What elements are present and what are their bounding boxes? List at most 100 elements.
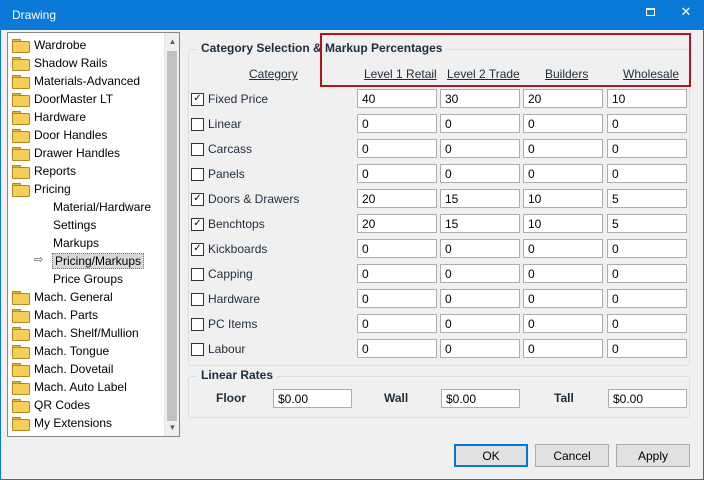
markup-value-input[interactable] <box>523 264 603 283</box>
tree-item[interactable]: Door Handles <box>12 126 108 144</box>
category-checkbox[interactable] <box>191 342 204 356</box>
markup-value-input[interactable] <box>607 339 687 358</box>
tree-item[interactable]: Price Groups <box>52 270 124 288</box>
markup-value-input[interactable] <box>523 289 603 308</box>
markup-value-input[interactable] <box>440 289 520 308</box>
close-button[interactable]: ✕ <box>664 0 704 24</box>
tree-item[interactable]: Mach. Parts <box>12 306 99 324</box>
markup-value-input[interactable] <box>523 239 603 258</box>
markup-value-input[interactable] <box>440 89 520 108</box>
markup-value-input[interactable] <box>357 264 437 283</box>
category-checkbox[interactable] <box>191 117 204 131</box>
markup-value-input[interactable] <box>440 189 520 208</box>
tree-item[interactable]: DoorMaster LT <box>12 90 114 108</box>
ok-button[interactable]: OK <box>454 444 528 467</box>
markup-value-input[interactable] <box>440 314 520 333</box>
scroll-thumb[interactable] <box>167 51 177 421</box>
markup-value-input[interactable] <box>440 339 520 358</box>
markup-value-input[interactable] <box>357 239 437 258</box>
category-checkbox[interactable] <box>191 292 204 306</box>
markup-value-input[interactable] <box>440 239 520 258</box>
category-checkbox[interactable] <box>191 317 204 331</box>
tree-item[interactable]: Pricing <box>12 180 72 198</box>
scroll-up-arrow-icon[interactable]: ▲ <box>165 33 179 50</box>
markup-value-input[interactable] <box>523 339 603 358</box>
tree-item[interactable]: QR Codes <box>12 396 91 414</box>
tree-item[interactable]: Mach. Dovetail <box>12 360 114 378</box>
tree-scrollbar[interactable]: ▲ ▼ <box>164 33 179 436</box>
tree-item[interactable]: Material/Hardware <box>52 198 152 216</box>
markup-value-input[interactable] <box>357 289 437 308</box>
markup-value-input[interactable] <box>607 264 687 283</box>
category-checkbox-row[interactable]: ✓ Kickboards <box>191 240 267 258</box>
markup-value-input[interactable] <box>607 164 687 183</box>
tree-item[interactable]: Wardrobe <box>12 36 87 54</box>
category-checkbox-row[interactable]: Labour <box>191 340 245 358</box>
category-checkbox-row[interactable]: ✓ Doors & Drawers <box>191 190 299 208</box>
markup-value-input[interactable] <box>357 139 437 158</box>
markup-value-input[interactable] <box>357 89 437 108</box>
markup-value-input[interactable] <box>607 214 687 233</box>
settings-tree[interactable]: Wardrobe Shadow Rails Materials-Advanced Do… <box>7 32 180 437</box>
tree-item[interactable]: Shadow Rails <box>12 54 108 72</box>
tree-item[interactable]: Mach. General <box>12 288 114 306</box>
category-checkbox-row[interactable]: Panels <box>191 165 245 183</box>
tree-item[interactable]: Drawer Handles <box>12 144 121 162</box>
category-checkbox[interactable] <box>191 167 204 181</box>
tree-item[interactable]: Mach. Auto Label <box>12 378 128 396</box>
category-checkbox[interactable]: ✓ <box>191 192 204 206</box>
category-checkbox-row[interactable]: PC Items <box>191 315 257 333</box>
wall-rate-input[interactable] <box>441 389 520 408</box>
tree-item[interactable]: My Extensions <box>12 414 113 432</box>
category-checkbox[interactable] <box>191 267 204 281</box>
category-checkbox-row[interactable]: Hardware <box>191 290 260 308</box>
markup-value-input[interactable] <box>523 114 603 133</box>
cancel-button[interactable]: Cancel <box>535 444 609 467</box>
markup-value-input[interactable] <box>440 139 520 158</box>
tall-rate-input[interactable] <box>608 389 687 408</box>
markup-value-input[interactable] <box>607 239 687 258</box>
markup-value-input[interactable] <box>357 164 437 183</box>
tree-item[interactable]: Hardware <box>12 108 87 126</box>
markup-value-input[interactable] <box>357 339 437 358</box>
category-checkbox[interactable] <box>191 142 204 156</box>
category-checkbox-row[interactable]: Carcass <box>191 140 252 158</box>
markup-value-input[interactable] <box>607 139 687 158</box>
tree-item[interactable]: Materials-Advanced <box>12 72 141 90</box>
markup-value-input[interactable] <box>357 114 437 133</box>
category-checkbox[interactable]: ✓ <box>191 217 204 231</box>
markup-value-input[interactable] <box>607 114 687 133</box>
tree-item[interactable]: Mach. Tongue <box>12 342 110 360</box>
markup-value-input[interactable] <box>607 189 687 208</box>
category-checkbox[interactable]: ✓ <box>191 242 204 256</box>
category-checkbox-row[interactable]: Capping <box>191 265 253 283</box>
category-checkbox-row[interactable]: ✓ Benchtops <box>191 215 265 233</box>
markup-value-input[interactable] <box>523 314 603 333</box>
tree-item[interactable]: Reports <box>12 162 77 180</box>
markup-value-input[interactable] <box>523 164 603 183</box>
tree-item[interactable]: Mach. Shelf/Mullion <box>12 324 140 342</box>
markup-value-input[interactable] <box>607 89 687 108</box>
markup-value-input[interactable] <box>357 214 437 233</box>
category-checkbox[interactable]: ✓ <box>191 92 204 106</box>
apply-button[interactable]: Apply <box>616 444 690 467</box>
markup-value-input[interactable] <box>523 89 603 108</box>
markup-value-input[interactable] <box>440 264 520 283</box>
category-checkbox-row[interactable]: ✓ Fixed Price <box>191 90 268 108</box>
markup-value-input[interactable] <box>607 289 687 308</box>
scroll-down-arrow-icon[interactable]: ▼ <box>165 419 179 436</box>
tree-item[interactable]: Pricing/Markups <box>52 252 145 270</box>
floor-rate-input[interactable] <box>273 389 352 408</box>
category-checkbox-row[interactable]: Linear <box>191 115 241 133</box>
markup-value-input[interactable] <box>440 214 520 233</box>
markup-value-input[interactable] <box>607 314 687 333</box>
markup-value-input[interactable] <box>440 164 520 183</box>
markup-value-input[interactable] <box>523 214 603 233</box>
markup-value-input[interactable] <box>357 189 437 208</box>
markup-value-input[interactable] <box>440 114 520 133</box>
markup-value-input[interactable] <box>523 139 603 158</box>
tree-item[interactable]: Settings <box>52 216 97 234</box>
tree-item[interactable]: Markups <box>52 234 100 252</box>
markup-value-input[interactable] <box>523 189 603 208</box>
markup-value-input[interactable] <box>357 314 437 333</box>
